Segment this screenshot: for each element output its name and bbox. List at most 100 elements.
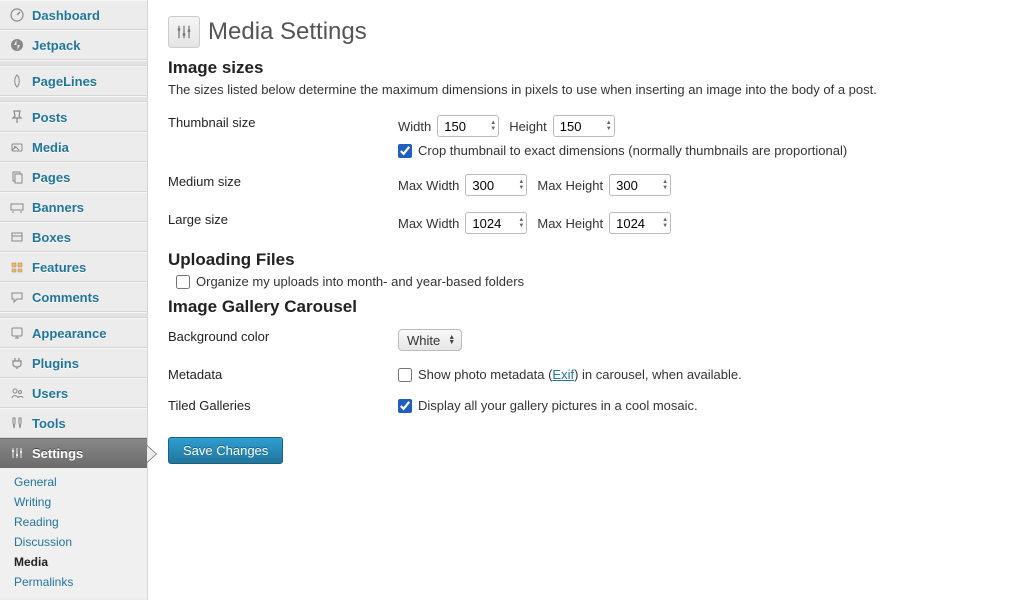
sidebar-item-comments[interactable]: Comments	[0, 282, 147, 312]
stepper-icon[interactable]: ▲▼	[662, 179, 668, 191]
admin-sidebar: Dashboard Jetpack PageLines Posts Media …	[0, 0, 148, 600]
stepper-icon[interactable]: ▲▼	[518, 217, 524, 229]
submenu-item-general[interactable]: General	[0, 472, 147, 492]
large-maxh-field[interactable]	[616, 216, 658, 231]
sidebar-item-dashboard[interactable]: Dashboard	[0, 0, 147, 30]
medium-maxw-field[interactable]	[472, 178, 514, 193]
submenu-item-permalinks[interactable]: Permalinks	[0, 572, 147, 592]
carousel-bg-value: White	[407, 333, 440, 348]
medium-maxw-input[interactable]: ▲▼	[465, 174, 527, 196]
page-title-text: Media Settings	[208, 18, 367, 46]
main-panel: Media Settings Image sizes The sizes lis…	[148, 0, 1024, 600]
sidebar-item-label: Dashboard	[32, 8, 100, 23]
sidebar-item-users[interactable]: Users	[0, 378, 147, 408]
carousel-tiled-checkbox[interactable]	[398, 399, 412, 413]
thumbnail-width-input[interactable]: ▲▼	[437, 115, 499, 137]
thumbnail-height-label: Height	[509, 119, 547, 134]
updown-icon: ▲▼	[448, 335, 455, 345]
carousel-table: Background color White ▲▼ Metadata Show …	[168, 321, 1004, 421]
thumbnail-crop-option[interactable]: Crop thumbnail to exact dimensions (norm…	[398, 143, 1004, 158]
sidebar-item-boxes[interactable]: Boxes	[0, 222, 147, 252]
tools-icon	[8, 414, 26, 432]
carousel-meta-prefix: Show photo metadata (	[418, 367, 552, 382]
sidebar-item-label: Tools	[32, 416, 66, 431]
dashboard-icon	[8, 6, 26, 24]
users-icon	[8, 384, 26, 402]
plug-icon	[8, 354, 26, 372]
large-maxw-field[interactable]	[472, 216, 514, 231]
medium-maxw-label: Max Width	[398, 178, 459, 193]
sidebar-item-label: Media	[32, 140, 69, 155]
boxes-icon	[8, 228, 26, 246]
thumbnail-width-field[interactable]	[444, 119, 486, 134]
sidebar-item-label: Appearance	[32, 326, 106, 341]
sidebar-item-label: Jetpack	[32, 38, 80, 53]
exif-link[interactable]: Exif	[552, 367, 574, 382]
pagelines-icon	[8, 72, 26, 90]
stepper-icon[interactable]: ▲▼	[662, 217, 668, 229]
carousel-bg-label: Background color	[168, 321, 398, 359]
sidebar-item-label: Settings	[32, 446, 83, 461]
page-title: Media Settings	[168, 16, 1004, 48]
medium-maxh-label: Max Height	[537, 178, 603, 193]
carousel-meta-checkbox[interactable]	[398, 368, 412, 382]
large-maxh-label: Max Height	[537, 216, 603, 231]
sidebar-item-label: PageLines	[32, 74, 97, 89]
pages-icon	[8, 168, 26, 186]
sidebar-item-jetpack[interactable]: Jetpack	[0, 30, 147, 60]
sliders-icon	[168, 16, 200, 48]
large-maxw-input[interactable]: ▲▼	[465, 212, 527, 234]
features-icon	[8, 258, 26, 276]
sidebar-item-label: Plugins	[32, 356, 79, 371]
sidebar-item-settings[interactable]: Settings	[0, 438, 147, 468]
uploads-organize-checkbox[interactable]	[176, 275, 190, 289]
stepper-icon[interactable]: ▲▼	[490, 120, 496, 132]
sidebar-item-label: Features	[32, 260, 86, 275]
large-size-label: Large size	[168, 204, 398, 242]
carousel-tiled-label: Tiled Galleries	[168, 390, 398, 421]
thumbnail-width-label: Width	[398, 119, 431, 134]
section-heading-uploading-files: Uploading Files	[168, 250, 1004, 270]
thumbnail-crop-checkbox[interactable]	[398, 144, 412, 158]
sidebar-item-tools[interactable]: Tools	[0, 408, 147, 438]
submenu-item-writing[interactable]: Writing	[0, 492, 147, 512]
submenu-item-discussion[interactable]: Discussion	[0, 532, 147, 552]
sidebar-item-label: Pages	[32, 170, 70, 185]
sidebar-item-label: Banners	[32, 200, 84, 215]
carousel-tiled-option[interactable]: Display all your gallery pictures in a c…	[398, 398, 1004, 413]
thumbnail-height-input[interactable]: ▲▼	[553, 115, 615, 137]
sidebar-item-features[interactable]: Features	[0, 252, 147, 282]
large-maxh-input[interactable]: ▲▼	[609, 212, 671, 234]
sidebar-item-label: Comments	[32, 290, 99, 305]
sidebar-item-banners[interactable]: Banners	[0, 192, 147, 222]
sidebar-item-media[interactable]: Media	[0, 132, 147, 162]
carousel-meta-label: Metadata	[168, 359, 398, 390]
thumbnail-height-field[interactable]	[560, 119, 602, 134]
uploads-organize-option[interactable]: Organize my uploads into month- and year…	[168, 274, 1004, 289]
sidebar-item-label: Users	[32, 386, 68, 401]
save-changes-button[interactable]: Save Changes	[168, 437, 283, 464]
uploads-organize-label: Organize my uploads into month- and year…	[196, 274, 524, 289]
stepper-icon[interactable]: ▲▼	[518, 179, 524, 191]
carousel-meta-option[interactable]: Show photo metadata (Exif) in carousel, …	[398, 367, 1004, 382]
medium-maxh-input[interactable]: ▲▼	[609, 174, 671, 196]
sidebar-item-pagelines[interactable]: PageLines	[0, 66, 147, 96]
stepper-icon[interactable]: ▲▼	[606, 120, 612, 132]
submenu-item-media[interactable]: Media	[0, 552, 147, 572]
medium-maxh-field[interactable]	[616, 178, 658, 193]
sliders-icon	[8, 444, 26, 462]
thumbnail-size-label: Thumbnail size	[168, 107, 398, 166]
submenu-item-reading[interactable]: Reading	[0, 512, 147, 532]
sidebar-item-appearance[interactable]: Appearance	[0, 318, 147, 348]
carousel-meta-text: Show photo metadata (Exif) in carousel, …	[418, 367, 742, 382]
comments-icon	[8, 288, 26, 306]
image-sizes-table: Thumbnail size Width ▲▼ Height ▲▼	[168, 107, 1004, 242]
sidebar-item-posts[interactable]: Posts	[0, 102, 147, 132]
sidebar-item-pages[interactable]: Pages	[0, 162, 147, 192]
sidebar-item-plugins[interactable]: Plugins	[0, 348, 147, 378]
thumbnail-crop-label: Crop thumbnail to exact dimensions (norm…	[418, 143, 847, 158]
pin-icon	[8, 108, 26, 126]
carousel-bg-select[interactable]: White ▲▼	[398, 329, 462, 351]
sidebar-item-label: Posts	[32, 110, 67, 125]
carousel-tiled-text: Display all your gallery pictures in a c…	[418, 398, 698, 413]
